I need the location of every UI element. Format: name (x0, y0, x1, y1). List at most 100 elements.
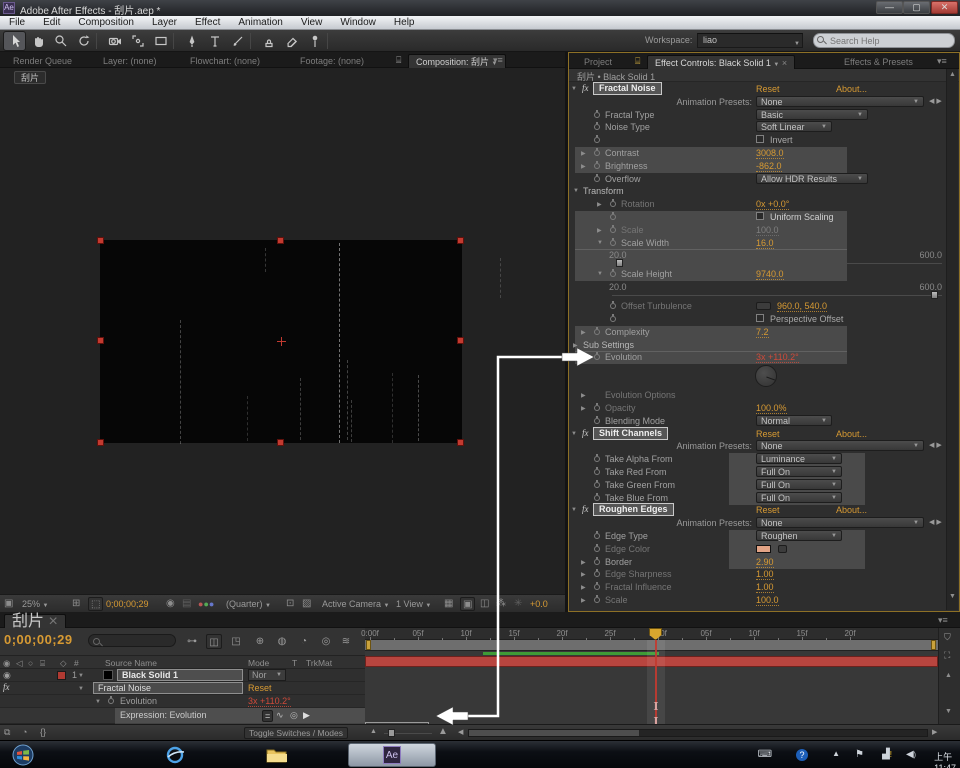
h-scroll-right-icon[interactable]: ▶ (932, 728, 937, 736)
stopwatch-icon[interactable] (594, 482, 600, 488)
fast-preview-icon[interactable]: ⁂ (496, 597, 506, 611)
twirl-icon[interactable]: ▶ (597, 201, 602, 208)
slider-track[interactable] (612, 263, 942, 264)
camera-view-dropdown[interactable]: Active Camera ▼ (322, 597, 390, 611)
enable-expression-icon[interactable]: = (262, 710, 273, 722)
workspace-dropdown[interactable]: liao▼ (697, 33, 803, 48)
shy-icon[interactable]: ◫ (206, 634, 222, 649)
reset-link[interactable]: Reset (756, 505, 780, 515)
scroll-down-icon[interactable]: ▼ (949, 593, 956, 600)
show-snapshot-icon[interactable]: ▤ (182, 597, 191, 611)
point-control-icon[interactable] (756, 302, 771, 310)
motion-blur-icon[interactable]: ◍ (274, 634, 290, 649)
internet-explorer-button[interactable] (160, 743, 190, 767)
stopwatch-icon[interactable] (594, 150, 600, 156)
about-link[interactable]: About... (836, 84, 867, 94)
preset-prev-icon[interactable]: ◀ ▶ (929, 97, 942, 105)
property-value[interactable]: 960.0, 540.0 (777, 301, 827, 312)
hand-tool[interactable] (27, 32, 48, 50)
stopwatch-icon[interactable] (594, 176, 600, 182)
selection-tool[interactable] (4, 32, 25, 50)
layer-handle[interactable] (98, 440, 103, 445)
zoom-in-mountain-icon[interactable]: ▲ (438, 726, 448, 737)
twirl-icon[interactable]: ▶ (581, 559, 586, 566)
effect-row-evolution[interactable]: Evolution3x +110.2° (569, 351, 947, 364)
effect-row-slider[interactable]: 20.0600.0 (569, 281, 947, 300)
panel-menu-icon[interactable]: ▾≡ (937, 56, 947, 67)
tab-composition[interactable]: Composition: 刮片 ▼ (408, 54, 506, 68)
property-value[interactable]: 2.90 (756, 557, 774, 568)
twirl-icon[interactable]: ▶ (581, 163, 586, 170)
stopwatch-icon[interactable] (594, 571, 600, 577)
twirl-icon[interactable]: ▶ (581, 597, 586, 604)
effect-row-edge-color[interactable]: Edge Color (569, 543, 947, 556)
effect-row-complexity[interactable]: ▶Complexity7.2 (569, 326, 947, 339)
property-value[interactable]: 3008.0 (756, 148, 784, 159)
preset-prev-icon[interactable]: ◀ ▶ (929, 518, 942, 526)
stopwatch-icon[interactable] (610, 201, 616, 207)
effect-row-take-green-from[interactable]: Take Green FromFull On▼ (569, 479, 947, 492)
evolution-dial[interactable] (755, 365, 777, 387)
twirl-icon[interactable]: ▶ (581, 392, 586, 399)
reset-link[interactable]: Reset (756, 84, 780, 94)
work-area-end-handle[interactable] (931, 640, 936, 650)
effect-row[interactable]: fx ▼ Fractal Noise Reset (0, 682, 365, 695)
effect-row-scale-height[interactable]: ▼Scale Height9740.0 (569, 268, 947, 281)
volume-icon[interactable]: ◀) (906, 749, 916, 760)
property-dropdown[interactable]: Basic▼ (756, 109, 868, 120)
about-link[interactable]: About... (836, 505, 867, 515)
clock[interactable]: 上午 11:47 (934, 750, 956, 768)
twirl-icon[interactable]: ▶ (581, 150, 586, 157)
twirl-icon[interactable]: ▼ (571, 507, 577, 513)
layer-handle[interactable] (278, 440, 283, 445)
property-row[interactable]: ▼ Evolution 3x +110.2° (0, 695, 365, 708)
tab-flowchart[interactable]: Flowchart: (none) (183, 54, 267, 68)
menu-view[interactable]: View (292, 16, 332, 30)
h-scroll-left-icon[interactable]: ◀ (458, 728, 463, 736)
maximize-button[interactable]: ▢ (903, 1, 930, 14)
reset-link[interactable]: Reset (756, 429, 780, 439)
timeline-timecode[interactable]: 0;00;00;29 (4, 632, 73, 647)
effect-row-edge-sharpness[interactable]: ▶Edge Sharpness1.00 (569, 568, 947, 581)
effect-row-contrast[interactable]: ▶Contrast3008.0 (569, 147, 947, 160)
property-dropdown[interactable]: Full On▼ (756, 492, 842, 503)
zoom-out-mountain-icon[interactable]: ▲ (370, 728, 377, 735)
input-method-icon[interactable]: ⌨ (758, 749, 772, 760)
magnification-dropdown[interactable]: 25% ▼ (22, 597, 48, 611)
effect-row-preset[interactable]: Animation Presets:None▼◀ ▶ (569, 440, 947, 453)
stopwatch-icon[interactable] (594, 546, 600, 552)
zoom-tool[interactable] (50, 32, 71, 50)
tab-footage[interactable]: Footage: (none) (293, 54, 371, 68)
property-dropdown[interactable]: Luminance▼ (756, 453, 842, 464)
tab-layer[interactable]: Layer: (none) (96, 54, 164, 68)
label-color-chip[interactable] (57, 671, 66, 680)
twirl-icon[interactable]: ▼ (95, 699, 101, 705)
expression-language-menu-icon[interactable]: ▶ (303, 710, 310, 721)
type-tool[interactable] (204, 32, 225, 50)
panel-menu-icon[interactable]: ▾≡ (493, 55, 503, 66)
minimize-button[interactable]: — (876, 1, 903, 14)
stopwatch-icon[interactable] (594, 329, 600, 335)
effect-name-badge[interactable]: Shift Channels (593, 427, 668, 440)
stopwatch-icon[interactable] (594, 559, 600, 565)
property-value[interactable]: 1.00 (756, 582, 774, 593)
stopwatch-icon[interactable] (594, 137, 600, 143)
effect-name-badge[interactable]: Fractal Noise (593, 82, 662, 95)
effect-row-noise-type[interactable]: Noise TypeSoft Linear▼ (569, 121, 947, 134)
expand-layers-icon[interactable]: ⧉ (4, 727, 10, 738)
stopwatch-icon[interactable] (594, 405, 600, 411)
stopwatch-icon[interactable] (610, 227, 616, 233)
mode-column[interactable]: Mode (248, 658, 269, 668)
stopwatch-icon[interactable] (594, 112, 600, 118)
menu-window[interactable]: Window (331, 16, 385, 30)
frame-blend-icon[interactable]: ⊕ (252, 634, 268, 649)
composition-mini-flowchart-icon[interactable]: ⊶ (184, 634, 200, 649)
brackets-icon[interactable]: {} (40, 727, 46, 737)
effect-row-invert[interactable]: Invert (569, 134, 947, 147)
zoom-slider-thumb[interactable] (388, 729, 395, 737)
property-value[interactable]: 0x +0.0° (756, 199, 789, 210)
twirl-icon[interactable]: ▶ (581, 584, 586, 591)
stopwatch-icon[interactable] (108, 698, 114, 704)
twirl-icon[interactable]: ▶ (581, 329, 586, 336)
property-checkbox[interactable] (756, 314, 764, 322)
